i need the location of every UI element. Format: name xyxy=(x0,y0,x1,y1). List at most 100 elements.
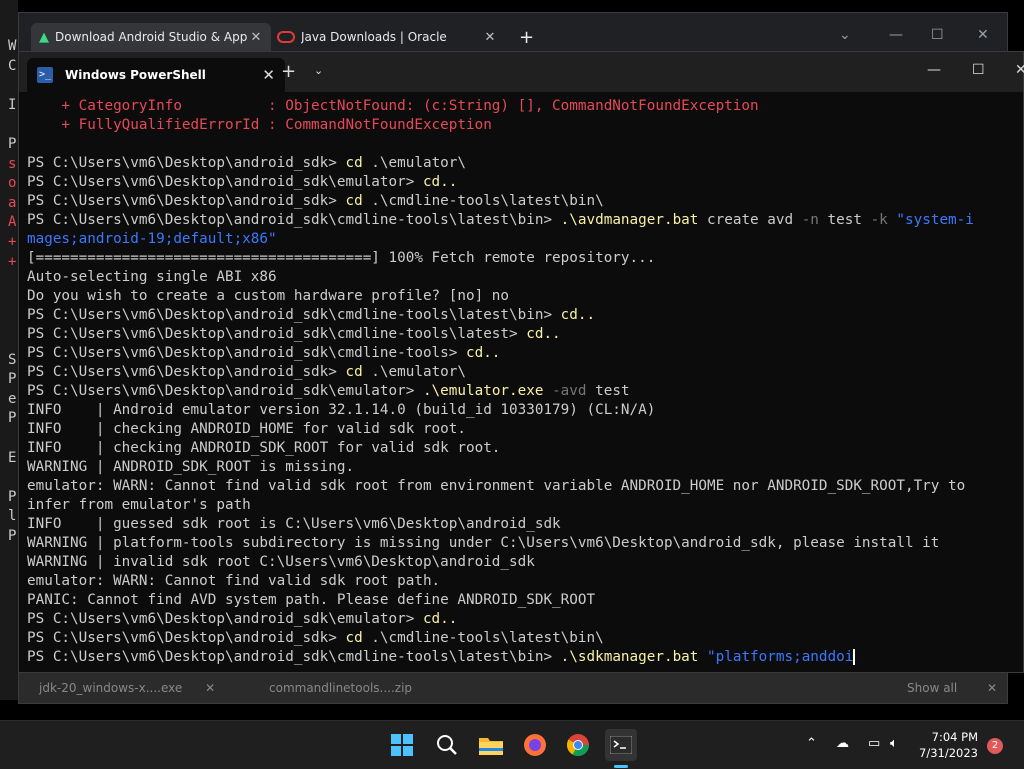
network-offline-icon[interactable]: ☁ xyxy=(836,736,849,751)
console-text: .\cmdline-tools\latest\bin\ xyxy=(362,193,604,209)
console-line: PS C:\Users\vm6\Desktop\android_sdk\cmdl… xyxy=(27,306,1023,325)
chrome-icon[interactable] xyxy=(562,729,594,761)
display-icon[interactable]: ▭ xyxy=(868,736,880,751)
background-text-char: l xyxy=(8,508,17,525)
console-text: PS C:\Users\vm6\Desktop\android_sdk\cmdl… xyxy=(27,649,561,665)
oracle-icon xyxy=(277,31,295,43)
close-icon[interactable]: ✕ xyxy=(483,30,497,45)
console-text: PS C:\Users\vm6\Desktop\android_sdk> xyxy=(27,193,346,209)
console-line: WARNING | invalid sdk root C:\Users\vm6\… xyxy=(27,553,1023,572)
console-text: PANIC: Cannot find AVD system path. Plea… xyxy=(27,592,596,608)
terminal-window[interactable]: >_ Windows PowerShell ✕ + ⌄ — ☐ ✕ + Cate… xyxy=(18,51,1024,673)
browser-tab-java-downloads[interactable]: Java Downloads | Oracle ✕ xyxy=(269,23,505,51)
clock[interactable]: 7:04 PM 7/31/2023 xyxy=(919,729,978,761)
console-text: .\emulator.exe xyxy=(422,383,544,399)
notification-badge[interactable]: 2 xyxy=(987,738,1003,754)
console-text: PS C:\Users\vm6\Desktop\android_sdk> xyxy=(27,364,346,380)
console-text: create avd xyxy=(698,212,802,228)
console-line: + FullyQualifiedErrorId : CommandNotFoun… xyxy=(27,116,1023,135)
background-text-char: A xyxy=(8,214,17,231)
console-line: PS C:\Users\vm6\Desktop\android_sdk\cmdl… xyxy=(27,211,1023,230)
search-icon[interactable] xyxy=(431,729,463,761)
console-text: INFO | checking ANDROID_SDK_ROOT for val… xyxy=(27,440,501,456)
firefox-icon[interactable] xyxy=(519,729,551,761)
console-text: WARNING | platform-tools subdirectory is… xyxy=(27,535,940,551)
console-line: PS C:\Users\vm6\Desktop\android_sdk\emul… xyxy=(27,610,1023,629)
console-text: test xyxy=(818,212,871,228)
background-window-fragment: W C I Ps o a A + + S Pe P E Pl P xyxy=(0,0,18,700)
volume-icon[interactable]: 🔈︎ xyxy=(890,736,898,751)
windows-start-icon[interactable] xyxy=(386,729,418,761)
console-text: PS C:\Users\vm6\Desktop\android_sdk\emul… xyxy=(27,383,423,399)
close-icon[interactable]: ✕ xyxy=(249,30,263,45)
show-all-button[interactable]: Show all xyxy=(907,681,957,695)
console-line: INFO | checking ANDROID_SDK_ROOT for val… xyxy=(27,439,1023,458)
chevron-down-icon[interactable]: ⌄ xyxy=(314,64,323,77)
close-button[interactable]: ✕ xyxy=(977,27,989,43)
new-tab-button[interactable]: + xyxy=(281,61,296,82)
background-text-char: + xyxy=(8,234,17,250)
background-text-char: E xyxy=(8,449,17,466)
console-text: cd xyxy=(345,364,363,380)
console-line: emulator: WARN: Cannot find valid sdk ro… xyxy=(27,572,1023,591)
close-icon[interactable]: ✕ xyxy=(262,66,275,84)
download-item[interactable]: commandlinetools....zip xyxy=(269,681,412,695)
console-line: PS C:\Users\vm6\Desktop\android_sdk> cd … xyxy=(27,629,1023,648)
console-line: + CategoryInfo : ObjectNotFound: (c:Stri… xyxy=(27,97,1023,116)
console-line: Do you wish to create a custom hardware … xyxy=(27,287,1023,306)
console-text: PS C:\Users\vm6\Desktop\android_sdk> xyxy=(27,155,346,171)
console-text: Auto-selecting single ABI x86 xyxy=(27,269,277,285)
console-text: -n xyxy=(801,212,819,228)
console-text: emulator: WARN: Cannot find valid sdk ro… xyxy=(27,573,441,589)
android-icon: ▲ xyxy=(39,29,49,45)
background-text-char: W xyxy=(8,38,17,54)
file-explorer-icon[interactable] xyxy=(475,729,507,761)
new-tab-button[interactable]: + xyxy=(519,27,534,48)
console-line: INFO | guessed sdk root is C:\Users\vm6\… xyxy=(27,515,1023,534)
background-text-char: I xyxy=(8,96,17,113)
tab-windows-powershell[interactable]: >_ Windows PowerShell ✕ xyxy=(27,58,285,92)
console-text: "system-i xyxy=(896,212,974,228)
terminal-titlebar[interactable]: >_ Windows PowerShell ✕ + ⌄ — ☐ ✕ xyxy=(19,52,1024,92)
browser-tab-android-studio[interactable]: ▲ Download Android Studio & App ✕ xyxy=(31,23,271,51)
console-line: PS C:\Users\vm6\Desktop\android_sdk> cd … xyxy=(27,192,1023,211)
console-text: emulator: WARN: Cannot find valid sdk ro… xyxy=(27,478,966,494)
download-item[interactable]: jdk-20_windows-x....exe ✕ xyxy=(39,681,215,695)
console-text: -avd xyxy=(552,383,587,399)
console-line: PS C:\Users\vm6\Desktop\android_sdk\cmdl… xyxy=(27,648,1023,667)
console-text: .\emulator\ xyxy=(362,155,466,171)
console-text: .\cmdline-tools\latest\bin\ xyxy=(362,630,604,646)
console-line: mages;android-19;default;x86" xyxy=(27,230,1023,249)
console-text: PS C:\Users\vm6\Desktop\android_sdk\emul… xyxy=(27,174,423,190)
chevron-up-icon[interactable]: ⌃ xyxy=(806,736,817,751)
maximize-button[interactable]: ☐ xyxy=(931,27,944,43)
close-icon[interactable]: ✕ xyxy=(987,681,997,695)
minimize-button[interactable]: — xyxy=(927,62,941,78)
console-line: INFO | Android emulator version 32.1.14.… xyxy=(27,401,1023,420)
minimize-button[interactable]: — xyxy=(889,27,903,43)
console-line: PS C:\Users\vm6\Desktop\android_sdk> cd … xyxy=(27,363,1023,382)
background-text-char: P xyxy=(8,528,17,544)
console-text: Do you wish to create a custom hardware … xyxy=(27,288,510,304)
taskbar: ⌃ ☁ ▭ 🔈︎ 7:04 PM 7/31/2023 2 xyxy=(0,720,1024,769)
console-line: [=======================================… xyxy=(27,249,1023,268)
console-text: cd.. xyxy=(465,345,501,361)
console-line: WARNING | ANDROID_SDK_ROOT is missing. xyxy=(27,458,1023,477)
console-output[interactable]: + CategoryInfo : ObjectNotFound: (c:Stri… xyxy=(27,97,1023,672)
console-text: INFO | Android emulator version 32.1.14.… xyxy=(27,402,656,418)
tab-title: Windows PowerShell xyxy=(65,68,206,82)
console-text: INFO | checking ANDROID_HOME for valid s… xyxy=(27,421,466,437)
maximize-button[interactable]: ☐ xyxy=(972,62,985,78)
console-line: WARNING | platform-tools subdirectory is… xyxy=(27,534,1023,553)
console-text: PS C:\Users\vm6\Desktop\android_sdk> xyxy=(27,630,346,646)
terminal-icon[interactable] xyxy=(605,729,637,761)
console-text: PS C:\Users\vm6\Desktop\android_sdk\cmdl… xyxy=(27,212,561,228)
close-button[interactable]: ✕ xyxy=(1015,62,1024,78)
console-text: cd xyxy=(345,630,363,646)
console-line: PANIC: Cannot find AVD system path. Plea… xyxy=(27,591,1023,610)
chevron-down-icon[interactable]: ⌄ xyxy=(839,27,851,43)
console-text: mages;android-19;default;x86" xyxy=(27,231,277,247)
background-text-char: P xyxy=(8,410,17,427)
